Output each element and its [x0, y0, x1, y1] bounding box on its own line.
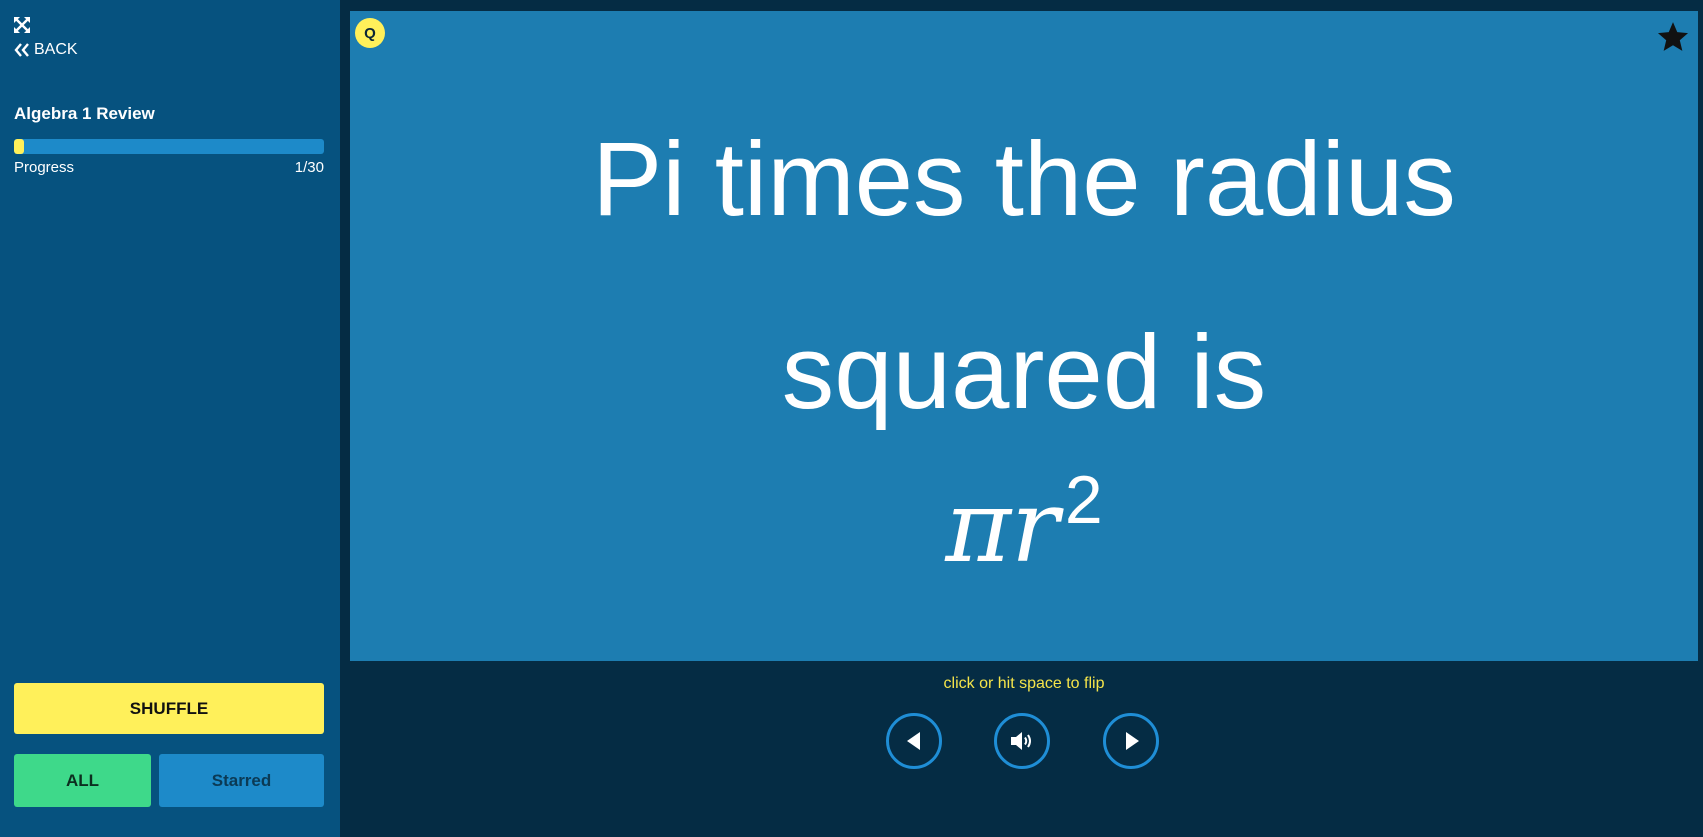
flip-hint: click or hit space to flip	[943, 675, 1105, 692]
card-formula: πr2	[350, 461, 1698, 585]
triangle-right-icon	[1126, 732, 1139, 750]
flashcard[interactable]: Q Pi times the radius squared is πr2	[350, 11, 1698, 661]
shuffle-button[interactable]: SHUFFLE	[14, 683, 324, 734]
audio-button[interactable]	[994, 713, 1050, 769]
star-icon[interactable]	[1656, 20, 1690, 54]
card-side-badge: Q	[355, 18, 385, 48]
triangle-left-icon	[907, 732, 920, 750]
expand-icon[interactable]	[14, 17, 30, 33]
card-text-line: squared is	[781, 314, 1267, 431]
back-label: BACK	[34, 41, 78, 58]
next-card-button[interactable]	[1103, 713, 1159, 769]
formula-exponent: 2	[1064, 462, 1103, 538]
speaker-icon	[1011, 732, 1031, 750]
previous-card-button[interactable]	[886, 713, 942, 769]
double-chevron-left-icon	[14, 43, 29, 57]
back-button[interactable]: BACK	[14, 41, 78, 59]
filter-starred-button[interactable]: Starred	[159, 754, 324, 807]
sidebar: BACK Algebra 1 Review Progress 1/30 SHUF…	[0, 0, 340, 837]
card-text-line: Pi times the radius	[592, 121, 1456, 238]
deck-title: Algebra 1 Review	[14, 104, 155, 123]
progress-count: 1/30	[294, 159, 324, 176]
card-question-text: Pi times the radius squared is	[350, 83, 1698, 469]
progress-bar-fill	[14, 139, 25, 154]
filter-all-button[interactable]: ALL	[14, 754, 151, 807]
progress-bar	[14, 139, 324, 154]
formula-symbols: πr	[945, 468, 1059, 585]
